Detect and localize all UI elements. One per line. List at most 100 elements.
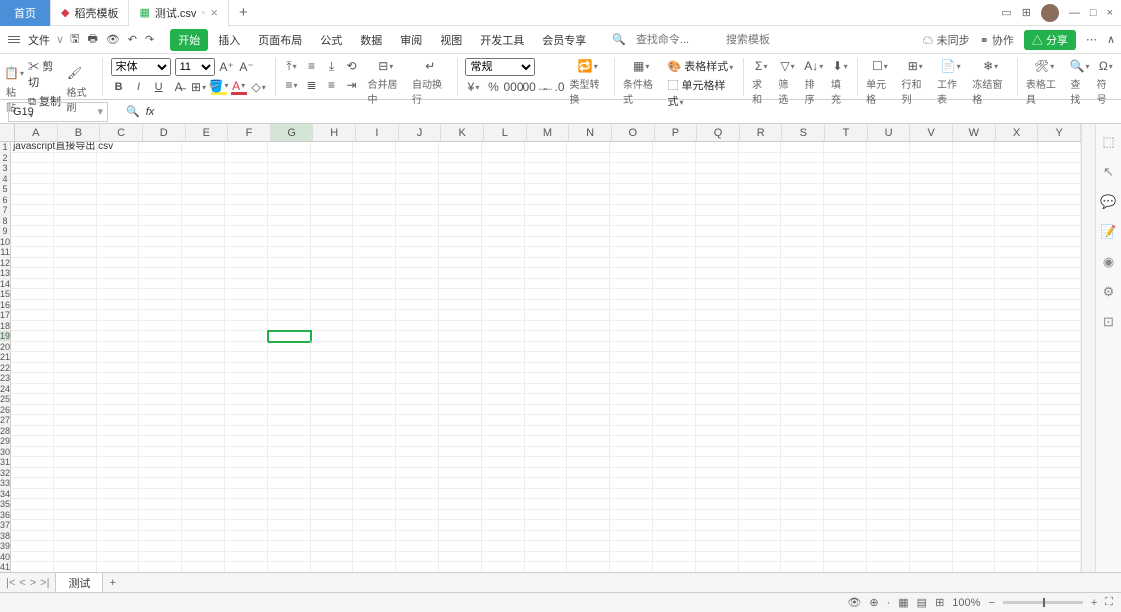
cell-A9[interactable] bbox=[11, 226, 54, 237]
cell-F2[interactable] bbox=[225, 153, 268, 164]
cell-I27[interactable] bbox=[353, 415, 396, 426]
cell-G35[interactable] bbox=[268, 499, 311, 510]
eye-mode-icon[interactable]: 👁 bbox=[847, 596, 861, 609]
cell-M33[interactable] bbox=[525, 478, 568, 489]
increase-font-icon[interactable]: A⁺ bbox=[219, 59, 235, 75]
cell-Y5[interactable] bbox=[1038, 184, 1081, 195]
cell-D34[interactable] bbox=[139, 489, 182, 500]
cell-X3[interactable] bbox=[995, 163, 1038, 174]
cell-E27[interactable] bbox=[182, 415, 225, 426]
cell-F32[interactable] bbox=[225, 468, 268, 479]
cell-C34[interactable] bbox=[97, 489, 140, 500]
cell-M40[interactable] bbox=[525, 552, 568, 563]
cell-Q25[interactable] bbox=[696, 394, 739, 405]
cell-Y36[interactable] bbox=[1038, 510, 1081, 521]
cell-K2[interactable] bbox=[439, 153, 482, 164]
col-header-Y[interactable]: Y bbox=[1038, 124, 1081, 141]
cell-C6[interactable] bbox=[97, 195, 140, 206]
cell-K4[interactable] bbox=[439, 174, 482, 185]
cell-V5[interactable] bbox=[910, 184, 953, 195]
col-header-G[interactable]: G bbox=[271, 124, 314, 141]
percent-button[interactable]: % bbox=[485, 79, 501, 95]
cell-F30[interactable] bbox=[225, 447, 268, 458]
cell-X31[interactable] bbox=[995, 457, 1038, 468]
cell-E11[interactable] bbox=[182, 247, 225, 258]
sheet-next-icon[interactable]: > bbox=[30, 577, 36, 589]
cell-U26[interactable] bbox=[867, 405, 910, 416]
cell-R33[interactable] bbox=[739, 478, 782, 489]
cell-R38[interactable] bbox=[739, 531, 782, 542]
cell-K1[interactable] bbox=[439, 142, 482, 153]
sheet-tab[interactable]: 测试 bbox=[55, 572, 103, 593]
cell-S8[interactable] bbox=[781, 216, 824, 227]
cell-A30[interactable] bbox=[11, 447, 54, 458]
cell-G40[interactable] bbox=[268, 552, 311, 563]
cell-D9[interactable] bbox=[139, 226, 182, 237]
cell-W30[interactable] bbox=[953, 447, 996, 458]
cell-G37[interactable] bbox=[268, 520, 311, 531]
decrease-decimal-button[interactable]: ←.0 bbox=[545, 79, 561, 95]
cell-Q29[interactable] bbox=[696, 436, 739, 447]
cell-K17[interactable] bbox=[439, 310, 482, 321]
cell-Q5[interactable] bbox=[696, 184, 739, 195]
cell-F29[interactable] bbox=[225, 436, 268, 447]
cell-P24[interactable] bbox=[653, 384, 696, 395]
row-header-36[interactable]: 36 bbox=[0, 510, 11, 521]
cell-E25[interactable] bbox=[182, 394, 225, 405]
paste-button[interactable]: 📋 bbox=[6, 65, 22, 81]
cell-X2[interactable] bbox=[995, 153, 1038, 164]
share-button[interactable]: △ 分享 bbox=[1024, 30, 1076, 50]
cell-C11[interactable] bbox=[97, 247, 140, 258]
cell-O21[interactable] bbox=[610, 352, 653, 363]
cell-L32[interactable] bbox=[482, 468, 525, 479]
cell-E2[interactable] bbox=[182, 153, 225, 164]
cell-A5[interactable] bbox=[11, 184, 54, 195]
cell-O35[interactable] bbox=[610, 499, 653, 510]
fx-search-icon[interactable]: 🔍 bbox=[126, 105, 140, 118]
zoom-in-button[interactable]: + bbox=[1091, 597, 1097, 609]
cell-F1[interactable] bbox=[225, 142, 268, 153]
align-bottom-button[interactable]: ⤓ bbox=[323, 58, 339, 74]
cell-G34[interactable] bbox=[268, 489, 311, 500]
cell-T28[interactable] bbox=[824, 426, 867, 437]
col-header-W[interactable]: W bbox=[953, 124, 996, 141]
cell-O11[interactable] bbox=[610, 247, 653, 258]
cell-S13[interactable] bbox=[781, 268, 824, 279]
cell-X36[interactable] bbox=[995, 510, 1038, 521]
cell-D41[interactable] bbox=[139, 562, 182, 572]
cell-U24[interactable] bbox=[867, 384, 910, 395]
cell-R35[interactable] bbox=[739, 499, 782, 510]
cell-M24[interactable] bbox=[525, 384, 568, 395]
cell-C25[interactable] bbox=[97, 394, 140, 405]
fx-icon[interactable]: fx bbox=[146, 106, 155, 118]
cell-T33[interactable] bbox=[824, 478, 867, 489]
cell-U12[interactable] bbox=[867, 258, 910, 269]
cell-X24[interactable] bbox=[995, 384, 1038, 395]
cell-W33[interactable] bbox=[953, 478, 996, 489]
col-header-I[interactable]: I bbox=[356, 124, 399, 141]
cell-P20[interactable] bbox=[653, 342, 696, 353]
cell-F10[interactable] bbox=[225, 237, 268, 248]
cell-N30[interactable] bbox=[567, 447, 610, 458]
cell-C19[interactable] bbox=[97, 331, 140, 342]
cell-W37[interactable] bbox=[953, 520, 996, 531]
cell-D37[interactable] bbox=[139, 520, 182, 531]
cell-X23[interactable] bbox=[995, 373, 1038, 384]
cell-L10[interactable] bbox=[482, 237, 525, 248]
cell-X41[interactable] bbox=[995, 562, 1038, 572]
cell-R31[interactable] bbox=[739, 457, 782, 468]
cell-K35[interactable] bbox=[439, 499, 482, 510]
cell-C39[interactable] bbox=[97, 541, 140, 552]
cell-P38[interactable] bbox=[653, 531, 696, 542]
cell-Q19[interactable] bbox=[696, 331, 739, 342]
cell-X11[interactable] bbox=[995, 247, 1038, 258]
cell-B8[interactable] bbox=[54, 216, 97, 227]
cell-M19[interactable] bbox=[525, 331, 568, 342]
cell-Y2[interactable] bbox=[1038, 153, 1081, 164]
cell-D18[interactable] bbox=[139, 321, 182, 332]
cell-F7[interactable] bbox=[225, 205, 268, 216]
cell-W11[interactable] bbox=[953, 247, 996, 258]
cell-H21[interactable] bbox=[311, 352, 354, 363]
cell-G12[interactable] bbox=[268, 258, 311, 269]
cell-U11[interactable] bbox=[867, 247, 910, 258]
